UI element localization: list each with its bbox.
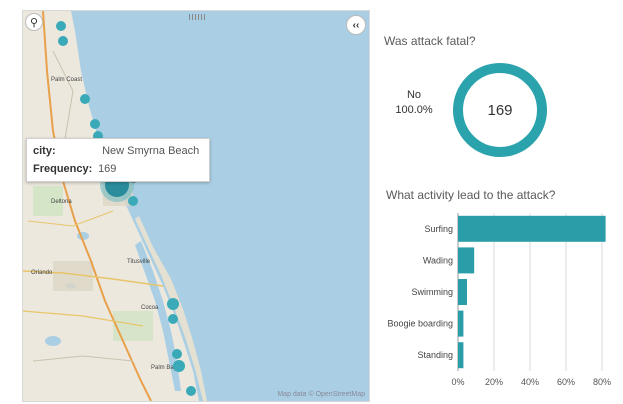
bar[interactable] xyxy=(458,279,467,305)
place-label: Titusville xyxy=(127,259,151,265)
map-marker[interactable] xyxy=(80,94,90,104)
place-label: Cocoa xyxy=(141,305,159,311)
category-label: Wading xyxy=(423,255,453,265)
donut-legend: No 100.0% xyxy=(385,88,443,118)
fatal-donut-chart[interactable]: 169 xyxy=(450,60,550,160)
map-marker[interactable] xyxy=(173,360,185,372)
map-marker[interactable] xyxy=(168,314,178,324)
map-credit: Map data © OpenStreetMap xyxy=(277,391,365,398)
tooltip-frequency-value: 169 xyxy=(98,163,117,175)
x-tick-label: 0% xyxy=(451,377,464,387)
tooltip-city-value: New Smyrna Beach xyxy=(102,145,200,157)
bar[interactable] xyxy=(458,342,464,369)
x-tick-label: 60% xyxy=(557,377,575,387)
map-marker[interactable] xyxy=(56,21,66,31)
map-tooltip: city: New Smyrna Beach Frequency: 169 xyxy=(26,138,210,182)
map-marker[interactable] xyxy=(186,386,196,396)
map-marker[interactable] xyxy=(58,36,68,46)
category-label: Surfing xyxy=(424,224,453,234)
fatal-title: Was attack fatal? xyxy=(384,34,476,48)
search-icon[interactable]: ⚲ xyxy=(25,13,43,31)
activity-title: What activity lead to the attack? xyxy=(386,188,556,202)
category-label: Standing xyxy=(417,350,453,360)
tooltip-frequency-label: Frequency: xyxy=(33,163,93,175)
tooltip-frequency-row: Frequency: 169 xyxy=(33,162,116,176)
map-marker[interactable] xyxy=(167,298,179,310)
donut-category-label: No xyxy=(406,89,422,101)
map-marker[interactable] xyxy=(128,196,138,206)
collapse-icon[interactable]: ‹‹ xyxy=(346,15,366,35)
x-tick-label: 20% xyxy=(485,377,503,387)
map-panel[interactable]: Palm Coast Daytona Deltona Titusville Or… xyxy=(22,10,370,402)
map-marker[interactable] xyxy=(172,349,182,359)
x-tick-label: 40% xyxy=(521,377,539,387)
dashboard: Palm Coast Daytona Deltona Titusville Or… xyxy=(0,0,623,404)
donut-percent-label: 100.0% xyxy=(395,104,433,116)
donut-total: 169 xyxy=(487,102,512,119)
place-label: Orlando xyxy=(31,270,53,276)
tooltip-city-row: city: New Smyrna Beach xyxy=(33,144,199,158)
lake xyxy=(45,336,61,346)
bar[interactable] xyxy=(458,247,475,274)
place-label: Deltona xyxy=(51,199,72,205)
park-area xyxy=(113,311,153,341)
resize-handle-icon[interactable] xyxy=(189,14,205,20)
x-tick-label: 80% xyxy=(593,377,611,387)
map-canvas[interactable]: Palm Coast Daytona Deltona Titusville Or… xyxy=(23,11,369,401)
tooltip-city-label: city: xyxy=(33,145,56,157)
category-label: Swimming xyxy=(411,287,453,297)
bar[interactable] xyxy=(458,215,606,242)
bar[interactable] xyxy=(458,310,464,337)
map-marker[interactable] xyxy=(90,119,100,129)
activity-bar-chart[interactable]: 0% 20% 40% 60% 80% Surfing Wading Swimming Boogi… xyxy=(380,205,620,400)
place-label: Palm Coast xyxy=(51,77,82,83)
place-label: Palm Bay xyxy=(151,365,177,371)
category-label: Boogie boarding xyxy=(387,319,453,329)
